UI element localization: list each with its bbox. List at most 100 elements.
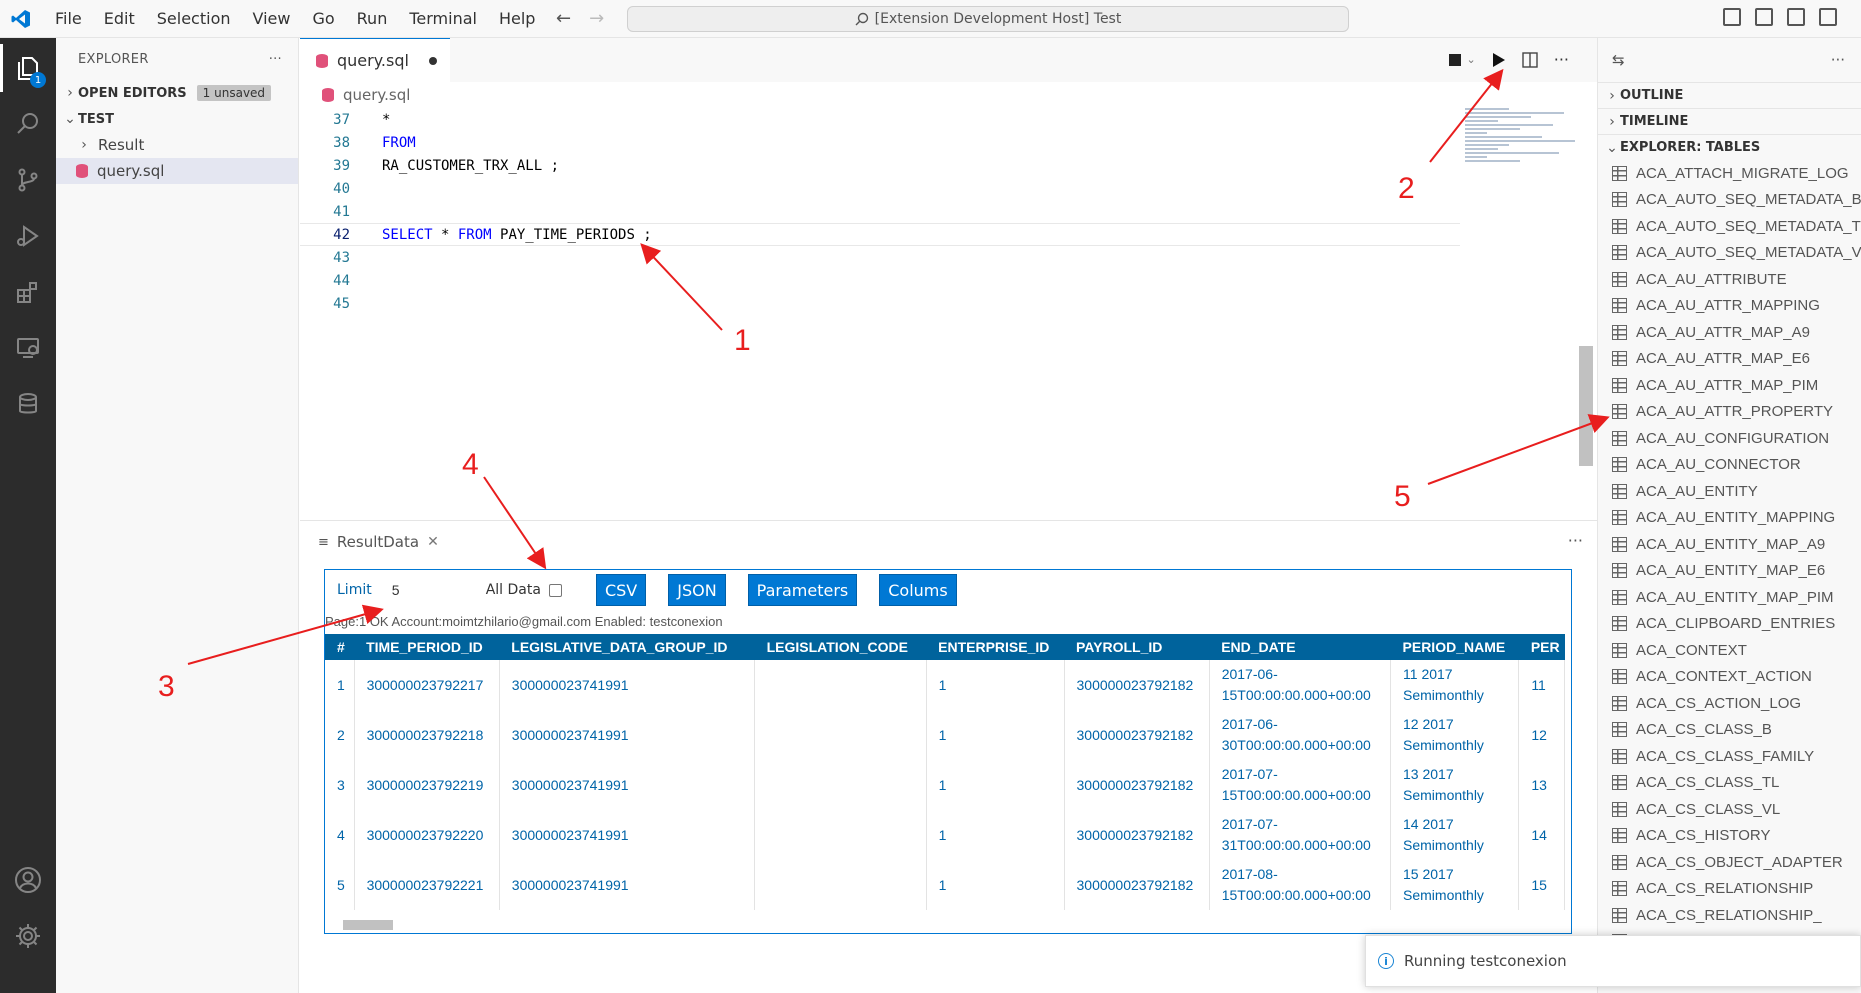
table-list-item[interactable]: ACA_AUTO_SEQ_METADATA_B: [1598, 187, 1861, 214]
column-header[interactable]: LEGISLATIVE_DATA_GROUP_ID: [499, 634, 755, 660]
table-list-item[interactable]: ACA_CS_RELATIONSHIP: [1598, 876, 1861, 903]
table-list-item[interactable]: ACA_AU_ATTR_MAP_E6: [1598, 346, 1861, 373]
more-actions-icon[interactable]: ···: [1831, 51, 1845, 69]
extensions-icon[interactable]: [0, 264, 56, 320]
table-list-item[interactable]: ACA_CS_OBJECT_ADAPTER: [1598, 849, 1861, 876]
remote-explorer-icon[interactable]: [0, 320, 56, 376]
menu-item-run[interactable]: Run: [346, 0, 399, 38]
table-row[interactable]: 4 300000023792220 300000023741991 1 30000002…: [325, 810, 1565, 860]
toggle-sidebar-icon[interactable]: [1723, 8, 1741, 26]
table-list-item[interactable]: ACA_AUTO_SEQ_METADATA_TL: [1598, 213, 1861, 240]
limit-input[interactable]: [385, 575, 476, 605]
timeline-section[interactable]: › TIMELINE: [1598, 108, 1861, 134]
menu-item-file[interactable]: File: [44, 0, 93, 38]
menu-item-edit[interactable]: Edit: [93, 0, 146, 38]
table-list-item[interactable]: ACA_CS_CLASS_TL: [1598, 770, 1861, 797]
tab-query-sql[interactable]: query.sql: [300, 38, 450, 82]
table-list-item[interactable]: ACA_CONTEXT: [1598, 637, 1861, 664]
code-editor[interactable]: 37 * 38 FROM 39 RA_CUSTOMER_TRX_ALL ; 40 41…: [300, 108, 1597, 520]
table-list-item[interactable]: ACA_AU_ATTRIBUTE: [1598, 266, 1861, 293]
tree-item-result-folder[interactable]: › Result: [56, 132, 298, 158]
tables-section[interactable]: ⌄ EXPLORER: TABLES: [1598, 134, 1861, 160]
editor-scrollbar[interactable]: [1579, 346, 1593, 466]
tab-resultdata[interactable]: ≡ ResultData ✕: [318, 521, 439, 563]
table-list-item[interactable]: ACA_AU_CONNECTOR: [1598, 452, 1861, 479]
more-actions-icon[interactable]: ···: [269, 52, 282, 67]
table-list-item[interactable]: ACA_AU_ATTR_MAPPING: [1598, 293, 1861, 320]
json-button[interactable]: JSON: [668, 574, 726, 606]
breadcrumb[interactable]: query.sql: [300, 82, 1597, 108]
table-list-item[interactable]: ACA_AU_ENTITY_MAP_PIM: [1598, 584, 1861, 611]
split-editor-icon[interactable]: [1522, 51, 1538, 68]
table-list-item[interactable]: ACA_AU_ENTITY_MAP_E6: [1598, 558, 1861, 585]
table-list-item[interactable]: ACA_CS_HISTORY: [1598, 823, 1861, 850]
settings-gear-icon[interactable]: [0, 908, 56, 964]
all-data-checkbox[interactable]: [548, 583, 562, 597]
stop-icon[interactable]: [1448, 53, 1461, 66]
table-list-item[interactable]: ACA_AU_CONFIGURATION: [1598, 425, 1861, 452]
menu-item-help[interactable]: Help: [488, 0, 546, 38]
table-row[interactable]: 1 300000023792217 300000023741991 1 30000002…: [325, 660, 1565, 710]
workspace-section[interactable]: ⌄ TEST: [56, 106, 298, 132]
table-list-item[interactable]: ACA_AU_ATTR_MAP_PIM: [1598, 372, 1861, 399]
parameters-button[interactable]: Parameters: [747, 574, 858, 606]
notification-toast[interactable]: i Running testconexion: [1365, 935, 1861, 987]
column-header[interactable]: PER: [1518, 634, 1565, 660]
table-list-item[interactable]: ACA_AU_ATTR_MAP_A9: [1598, 319, 1861, 346]
table-row[interactable]: 5 300000023792221 300000023741991 1 30000002…: [325, 860, 1565, 910]
chevron-down-icon[interactable]: ⌄: [1467, 53, 1476, 66]
run-query-icon[interactable]: [1492, 52, 1506, 68]
table-list-item[interactable]: ACA_CS_CLASS_B: [1598, 717, 1861, 744]
columns-button[interactable]: Colums: [879, 574, 957, 606]
table-list-item[interactable]: ACA_CLIPBOARD_ENTRIES: [1598, 611, 1861, 638]
back-arrow-icon[interactable]: ←: [556, 8, 571, 29]
menu-item-view[interactable]: View: [242, 0, 302, 38]
account-icon[interactable]: [0, 852, 56, 908]
scrollbar-thumb[interactable]: [343, 920, 393, 930]
forward-arrow-icon[interactable]: →: [589, 8, 604, 29]
table-row[interactable]: 3 300000023792219 300000023741991 1 30000002…: [325, 760, 1565, 810]
search-icon[interactable]: [0, 96, 56, 152]
column-header[interactable]: END_DATE: [1209, 634, 1391, 660]
explorer-icon[interactable]: 1: [0, 40, 56, 96]
database-icon[interactable]: [0, 376, 56, 432]
source-control-icon[interactable]: [0, 152, 56, 208]
csv-button[interactable]: CSV: [595, 574, 647, 606]
outline-section[interactable]: › OUTLINE: [1598, 82, 1861, 108]
customize-layout-icon[interactable]: [1819, 8, 1837, 26]
open-editors-section[interactable]: › OPEN EDITORS 1 unsaved: [56, 80, 298, 106]
table-list-item[interactable]: ACA_CS_CLASS_FAMILY: [1598, 743, 1861, 770]
column-header[interactable]: ENTERPRISE_ID: [926, 634, 1064, 660]
table-list-item[interactable]: ACA_ATTACH_MIGRATE_LOG: [1598, 160, 1861, 187]
column-header[interactable]: PERIOD_NAME: [1390, 634, 1519, 660]
table-list-item[interactable]: ACA_AU_ENTITY: [1598, 478, 1861, 505]
table-list-item[interactable]: ACA_CS_RELATIONSHIP_: [1598, 902, 1861, 929]
unsaved-dot-icon[interactable]: [428, 56, 437, 65]
tree-item-query-sql[interactable]: query.sql: [56, 158, 298, 184]
toggle-secondary-sidebar-icon[interactable]: [1787, 8, 1805, 26]
menu-item-selection[interactable]: Selection: [146, 0, 242, 38]
menu-item-go[interactable]: Go: [301, 0, 345, 38]
table-row[interactable]: 2 300000023792218 300000023741991 1 30000002…: [325, 710, 1565, 760]
toggle-panel-icon[interactable]: [1755, 8, 1773, 26]
table-list-item[interactable]: ACA_CS_ACTION_LOG: [1598, 690, 1861, 717]
table-list-item[interactable]: ACA_CS_CLASS_VL: [1598, 796, 1861, 823]
tables-view-icon[interactable]: ⇆: [1612, 51, 1625, 69]
table-list-item[interactable]: ACA_AU_ATTR_PROPERTY: [1598, 399, 1861, 426]
close-icon[interactable]: ✕: [427, 534, 439, 550]
menu-item-terminal[interactable]: Terminal: [398, 0, 488, 38]
column-header[interactable]: TIME_PERIOD_ID: [354, 634, 500, 660]
table-list-item[interactable]: ACA_AU_ENTITY_MAPPING: [1598, 505, 1861, 532]
column-header[interactable]: #: [325, 634, 355, 660]
minimap[interactable]: [1465, 108, 1575, 228]
table-list-item[interactable]: ACA_AU_ENTITY_MAP_A9: [1598, 531, 1861, 558]
command-center[interactable]: [Extension Development Host] Test: [627, 6, 1349, 32]
table-list-item[interactable]: ACA_AUTO_SEQ_METADATA_VL: [1598, 240, 1861, 267]
horizontal-scrollbar[interactable]: [335, 919, 1565, 931]
column-header[interactable]: LEGISLATION_CODE: [754, 634, 927, 660]
table-list-item[interactable]: ACA_CONTEXT_ACTION: [1598, 664, 1861, 691]
more-actions-icon[interactable]: ···: [1554, 50, 1569, 69]
column-header[interactable]: PAYROLL_ID: [1064, 634, 1210, 660]
run-debug-icon[interactable]: [0, 208, 56, 264]
more-actions-icon[interactable]: ···: [1568, 531, 1583, 550]
